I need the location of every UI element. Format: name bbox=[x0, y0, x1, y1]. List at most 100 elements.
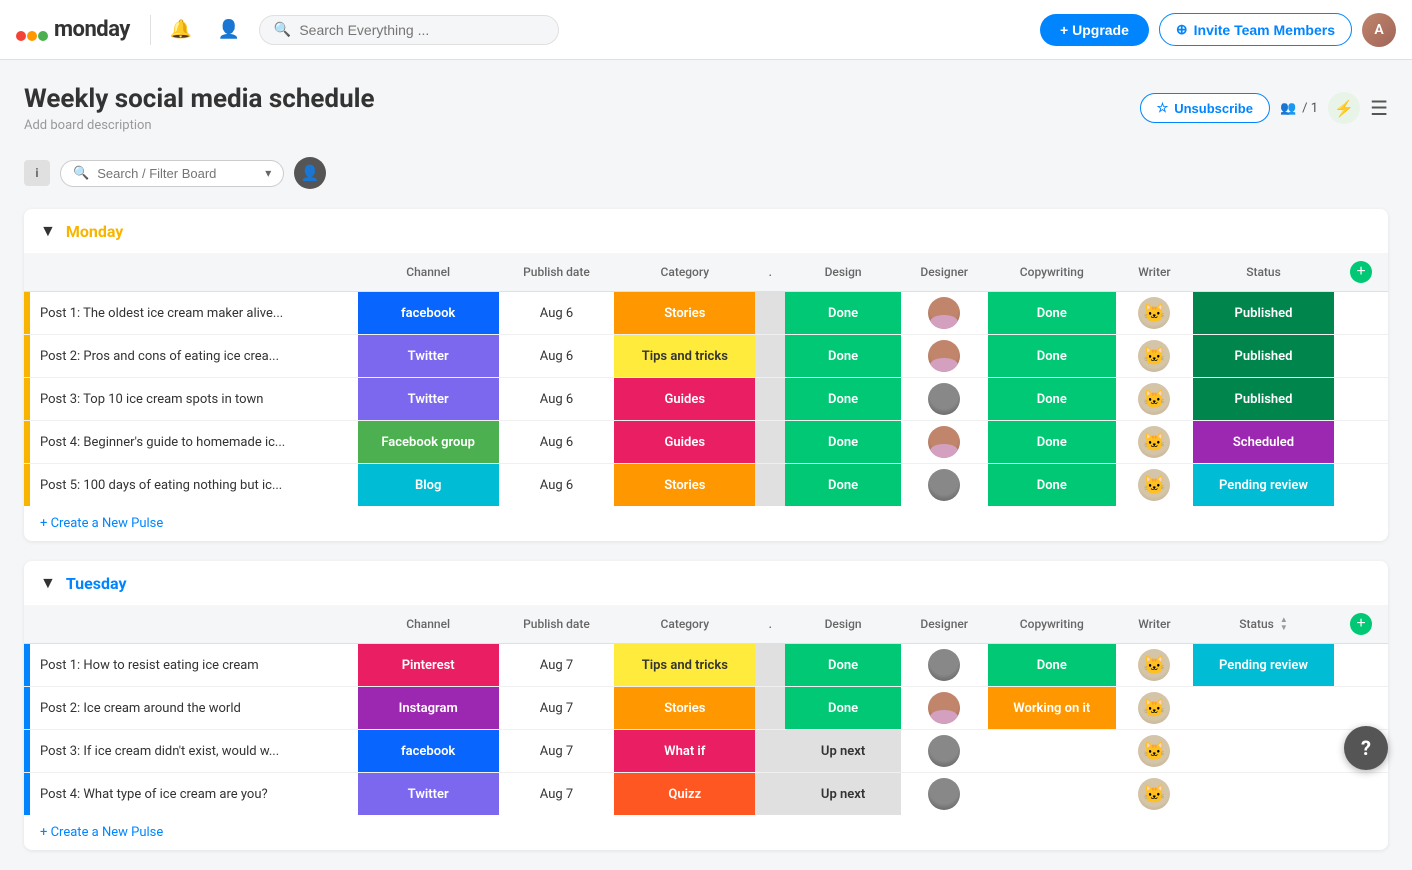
writer-cell[interactable]: 🐱 bbox=[1116, 335, 1193, 378]
channel-cell[interactable]: Instagram bbox=[358, 687, 499, 730]
date-cell[interactable]: Aug 7 bbox=[499, 687, 614, 730]
copywriting-value[interactable]: Working on it bbox=[988, 687, 1116, 729]
category-cell[interactable]: Tips and tricks bbox=[614, 335, 755, 378]
category-cell[interactable]: What if bbox=[614, 730, 755, 773]
monday-group-title[interactable]: Monday bbox=[66, 222, 124, 241]
design-cell[interactable]: Up next bbox=[785, 730, 900, 773]
filter-input[interactable] bbox=[97, 166, 257, 181]
copywriting-cell[interactable]: Done bbox=[988, 421, 1116, 464]
category-cell[interactable]: Stories bbox=[614, 687, 755, 730]
channel-value[interactable]: Twitter bbox=[358, 335, 499, 377]
channel-value[interactable]: Twitter bbox=[358, 378, 499, 420]
user-avatar[interactable]: A bbox=[1362, 13, 1396, 47]
date-cell[interactable]: Aug 6 bbox=[499, 378, 614, 421]
category-cell[interactable]: Stories bbox=[614, 292, 755, 335]
date-value[interactable]: Aug 6 bbox=[499, 335, 614, 377]
status-cell[interactable] bbox=[1193, 687, 1334, 730]
status-cell[interactable]: Scheduled bbox=[1193, 421, 1334, 464]
channel-cell[interactable]: Facebook group bbox=[358, 421, 499, 464]
status-sort-icon[interactable]: ▲▼ bbox=[1280, 616, 1288, 632]
date-cell[interactable]: Aug 6 bbox=[499, 464, 614, 507]
unsubscribe-button[interactable]: ☆ Unsubscribe bbox=[1140, 93, 1270, 123]
copywriting-cell[interactable] bbox=[988, 730, 1116, 773]
logo[interactable]: monday bbox=[16, 14, 130, 46]
copywriting-cell[interactable]: Done bbox=[988, 378, 1116, 421]
status-value[interactable] bbox=[1193, 687, 1334, 729]
search-input[interactable] bbox=[299, 22, 544, 38]
tuesday-group-title[interactable]: Tuesday bbox=[66, 574, 127, 593]
status-value[interactable]: Scheduled bbox=[1193, 421, 1334, 463]
person-filter-button[interactable]: 👤 bbox=[294, 157, 326, 189]
copywriting-value[interactable] bbox=[988, 773, 1116, 815]
designer-cell[interactable] bbox=[901, 644, 988, 687]
category-value[interactable]: Guides bbox=[614, 378, 755, 420]
designer-cell[interactable] bbox=[901, 730, 988, 773]
status-cell[interactable] bbox=[1193, 730, 1334, 773]
designer-cell[interactable] bbox=[901, 464, 988, 507]
design-value[interactable]: Done bbox=[785, 335, 900, 377]
channel-cell[interactable]: Blog bbox=[358, 464, 499, 507]
copywriting-cell[interactable]: Done bbox=[988, 644, 1116, 687]
design-cell[interactable]: Done bbox=[785, 292, 900, 335]
channel-cell[interactable]: facebook bbox=[358, 292, 499, 335]
status-value[interactable]: Pending review bbox=[1193, 644, 1334, 686]
channel-value[interactable]: Instagram bbox=[358, 687, 499, 729]
date-value[interactable]: Aug 6 bbox=[499, 378, 614, 420]
category-value[interactable]: Quizz bbox=[614, 773, 755, 815]
activity-button[interactable]: ⚡ bbox=[1328, 92, 1360, 124]
row-title[interactable]: Post 1: The oldest ice cream maker alive… bbox=[30, 292, 293, 334]
channel-value[interactable]: Pinterest bbox=[358, 644, 499, 686]
filter-dropdown-icon[interactable]: ▾ bbox=[265, 166, 271, 180]
board-menu-button[interactable]: ☰ bbox=[1370, 96, 1388, 120]
date-cell[interactable]: Aug 7 bbox=[499, 730, 614, 773]
date-value[interactable]: Aug 7 bbox=[499, 644, 614, 686]
category-cell[interactable]: Tips and tricks bbox=[614, 644, 755, 687]
row-title[interactable]: Post 5: 100 days of eating nothing but i… bbox=[30, 464, 292, 506]
category-value[interactable]: Guides bbox=[614, 421, 755, 463]
add-column-button-tue[interactable]: + bbox=[1350, 613, 1372, 635]
date-value[interactable]: Aug 7 bbox=[499, 773, 614, 815]
members-button[interactable]: 👥 / 1 bbox=[1280, 101, 1318, 116]
category-value[interactable]: Stories bbox=[614, 292, 755, 334]
status-value[interactable]: Pending review bbox=[1193, 464, 1334, 506]
status-cell[interactable]: Pending review bbox=[1193, 464, 1334, 507]
writer-cell[interactable]: 🐱 bbox=[1116, 464, 1193, 507]
designer-cell[interactable] bbox=[901, 335, 988, 378]
copywriting-cell[interactable]: Done bbox=[988, 292, 1116, 335]
copywriting-value[interactable]: Done bbox=[988, 292, 1116, 334]
row-title[interactable]: Post 3: Top 10 ice cream spots in town bbox=[30, 378, 273, 420]
design-value[interactable]: Up next bbox=[785, 730, 900, 772]
date-value[interactable]: Aug 6 bbox=[499, 464, 614, 506]
design-value[interactable]: Done bbox=[785, 464, 900, 506]
row-title[interactable]: Post 4: What type of ice cream are you? bbox=[30, 773, 278, 815]
designer-cell[interactable] bbox=[901, 378, 988, 421]
copywriting-value[interactable]: Done bbox=[988, 644, 1116, 686]
category-value[interactable]: What if bbox=[614, 730, 755, 772]
status-value[interactable]: Published bbox=[1193, 292, 1334, 334]
designer-cell[interactable] bbox=[901, 421, 988, 464]
design-cell[interactable]: Done bbox=[785, 421, 900, 464]
date-value[interactable]: Aug 6 bbox=[499, 292, 614, 334]
date-cell[interactable]: Aug 6 bbox=[499, 292, 614, 335]
category-cell[interactable]: Stories bbox=[614, 464, 755, 507]
channel-cell[interactable]: Twitter bbox=[358, 335, 499, 378]
board-description[interactable]: Add board description bbox=[24, 118, 375, 133]
date-value[interactable]: Aug 7 bbox=[499, 730, 614, 772]
design-cell[interactable]: Done bbox=[785, 687, 900, 730]
category-value[interactable]: Stories bbox=[614, 687, 755, 729]
channel-cell[interactable]: Twitter bbox=[358, 378, 499, 421]
writer-cell[interactable]: 🐱 bbox=[1116, 292, 1193, 335]
copywriting-cell[interactable]: Working on it bbox=[988, 687, 1116, 730]
channel-value[interactable]: facebook bbox=[358, 292, 499, 334]
monday-create-pulse[interactable]: + Create a New Pulse bbox=[24, 506, 1388, 541]
add-column-button[interactable]: + bbox=[1350, 261, 1372, 283]
design-cell[interactable]: Done bbox=[785, 644, 900, 687]
team-button[interactable]: 👤 bbox=[211, 12, 247, 48]
writer-cell[interactable]: 🐱 bbox=[1116, 644, 1193, 687]
copywriting-value[interactable] bbox=[988, 730, 1116, 772]
copywriting-value[interactable]: Done bbox=[988, 335, 1116, 377]
design-value[interactable]: Done bbox=[785, 644, 900, 686]
status-cell[interactable]: Published bbox=[1193, 335, 1334, 378]
writer-cell[interactable]: 🐱 bbox=[1116, 421, 1193, 464]
channel-value[interactable]: Twitter bbox=[358, 773, 499, 815]
